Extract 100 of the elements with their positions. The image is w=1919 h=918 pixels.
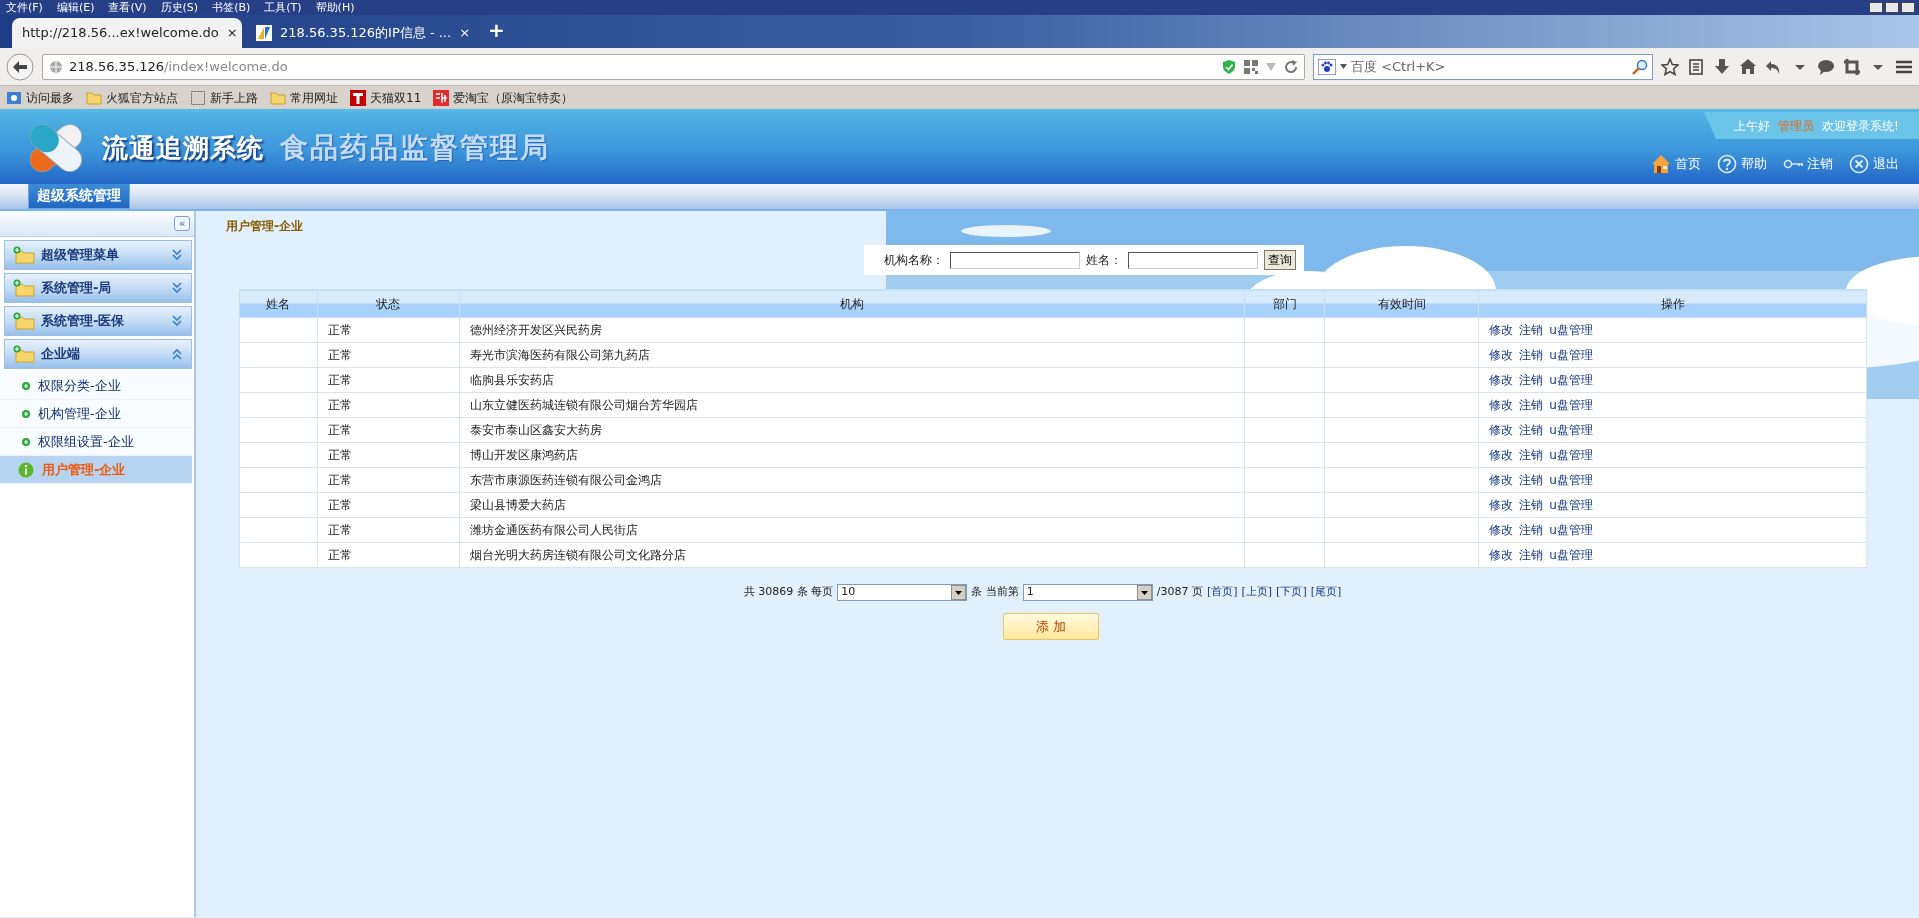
- action-link[interactable]: u盘管理: [1549, 473, 1593, 487]
- menu-group[interactable]: 超级管理菜单: [4, 240, 192, 270]
- action-link[interactable]: u盘管理: [1549, 423, 1593, 437]
- action-link[interactable]: u盘管理: [1549, 398, 1593, 412]
- action-link[interactable]: 修改: [1489, 523, 1514, 537]
- bookmark-link[interactable]: 火狐官方站点: [106, 88, 178, 107]
- action-link[interactable]: 修改: [1489, 323, 1514, 337]
- action-link[interactable]: 注销: [1519, 373, 1544, 387]
- reading-list-icon[interactable]: [1687, 57, 1705, 76]
- action-link[interactable]: u盘管理: [1549, 448, 1593, 462]
- reload-icon[interactable]: [1284, 59, 1298, 74]
- action-link[interactable]: 修改: [1489, 348, 1514, 362]
- search-icon[interactable]: [1632, 58, 1648, 75]
- action-link[interactable]: 注销: [1519, 473, 1544, 487]
- collapse-button[interactable]: «: [174, 216, 190, 231]
- browser-tab[interactable]: 218.56.35.126的IP信息 - ... ×: [246, 18, 476, 48]
- menu-item[interactable]: 查看(V): [108, 0, 147, 15]
- menu-item[interactable]: 工具(T): [264, 0, 302, 15]
- action-link[interactable]: 修改: [1489, 448, 1514, 462]
- smart-folder-icon: [6, 89, 22, 106]
- menu-item[interactable]: 帮助(H): [315, 0, 355, 15]
- bookmark-link[interactable]: 爱淘宝（原淘宝特卖）: [453, 88, 574, 107]
- crop-icon[interactable]: [1843, 57, 1861, 76]
- home-icon[interactable]: [1739, 57, 1757, 76]
- page-link[interactable]: [首页]: [1206, 584, 1238, 601]
- bookmark-link[interactable]: 访问最多: [26, 88, 74, 107]
- close-button[interactable]: [1901, 2, 1915, 13]
- menu-item[interactable]: 权限分类-企业: [0, 372, 192, 400]
- bookmark-star-icon[interactable]: [1661, 57, 1679, 76]
- action-link[interactable]: 修改: [1489, 498, 1514, 512]
- bookmark-link[interactable]: 新手上路: [210, 88, 258, 107]
- folder-icon: [13, 246, 35, 264]
- bookmark-link[interactable]: 常用网址: [290, 88, 338, 107]
- search-field[interactable]: 百度 <Ctrl+K>: [1313, 53, 1653, 80]
- field-label: 姓名：: [1086, 252, 1122, 269]
- shield-icon: [1222, 58, 1236, 75]
- info-icon: [18, 461, 34, 478]
- page-link[interactable]: [下页]: [1276, 584, 1307, 601]
- paw-icon[interactable]: [1318, 58, 1336, 75]
- menu-group[interactable]: 系统管理-医保: [4, 306, 192, 336]
- action-link[interactable]: 注销: [1519, 423, 1544, 437]
- address-field[interactable]: 218.56.35.126/index!welcome.do: [42, 53, 1305, 80]
- download-icon[interactable]: [1713, 57, 1731, 76]
- header-link[interactable]: 帮助: [1717, 154, 1767, 174]
- menu-item[interactable]: 文件(F): [6, 0, 43, 15]
- add-button[interactable]: 添 加: [1003, 613, 1099, 640]
- page-link[interactable]: [上页]: [1241, 584, 1273, 601]
- action-link[interactable]: 注销: [1519, 523, 1544, 537]
- search-button[interactable]: 查询: [1264, 250, 1296, 270]
- action-link[interactable]: u盘管理: [1549, 348, 1593, 362]
- restore-button[interactable]: [1885, 2, 1899, 13]
- menu-item[interactable]: 编辑(E): [56, 0, 95, 15]
- page-link[interactable]: [尾页]: [1310, 584, 1342, 601]
- input-field[interactable]: [950, 251, 1080, 269]
- menu-item[interactable]: 历史(S): [160, 0, 199, 15]
- action-link[interactable]: 修改: [1489, 548, 1514, 562]
- action-link[interactable]: 修改: [1489, 423, 1514, 437]
- chat-bubble-icon[interactable]: [1817, 57, 1835, 76]
- action-link[interactable]: 注销: [1519, 548, 1544, 562]
- action-link[interactable]: 修改: [1489, 398, 1514, 412]
- action-link[interactable]: 修改: [1489, 473, 1514, 487]
- action-link[interactable]: u盘管理: [1549, 523, 1593, 537]
- back-button[interactable]: [6, 52, 34, 81]
- new-tab-button[interactable]: +: [480, 15, 513, 48]
- browser-tab[interactable]: http://218.56...ex!welcome.do ×: [12, 18, 242, 48]
- greeting-text: 上午好: [1734, 117, 1770, 135]
- folder-icon: [86, 89, 102, 106]
- close-tab-button[interactable]: ×: [226, 23, 238, 43]
- action-link[interactable]: u盘管理: [1549, 323, 1593, 337]
- action-link[interactable]: u盘管理: [1549, 548, 1593, 562]
- action-link[interactable]: u盘管理: [1549, 498, 1593, 512]
- table-cell: 正常: [317, 492, 460, 518]
- input-field[interactable]: [1128, 251, 1258, 269]
- action-link[interactable]: 注销: [1519, 448, 1544, 462]
- dropdown-icon[interactable]: [1340, 64, 1347, 69]
- url-text: 218.56.35.126/index!welcome.do: [69, 57, 288, 76]
- header-link[interactable]: 退出: [1849, 154, 1899, 174]
- header-link[interactable]: 注销: [1783, 154, 1833, 174]
- menu-item[interactable]: 权限组设置-企业: [0, 428, 192, 456]
- menu-group[interactable]: 系统管理-局: [4, 273, 192, 303]
- select-field[interactable]: 10: [837, 584, 968, 601]
- header-link[interactable]: 首页: [1651, 154, 1701, 174]
- letter-t-icon: [350, 89, 366, 106]
- action-link[interactable]: 修改: [1489, 373, 1514, 387]
- close-tab-button[interactable]: ×: [459, 23, 471, 43]
- bookmark-link[interactable]: 天猫双11: [370, 88, 422, 107]
- nav-tab[interactable]: 超级系统管理: [28, 182, 130, 209]
- action-link[interactable]: u盘管理: [1549, 373, 1593, 387]
- menu-item[interactable]: 书签(B): [212, 0, 251, 15]
- app-subtitle: 食品药品监督管理局: [280, 130, 550, 166]
- menu-group[interactable]: 企业端: [4, 339, 192, 369]
- minimize-button[interactable]: [1869, 2, 1883, 13]
- action-link[interactable]: 注销: [1519, 398, 1544, 412]
- table-cell: 正常: [317, 367, 460, 393]
- pager-text: /3087 页: [1156, 584, 1203, 601]
- action-link[interactable]: 注销: [1519, 498, 1544, 512]
- select-field[interactable]: 1: [1022, 584, 1153, 601]
- menu-item[interactable]: 机构管理-企业: [0, 400, 192, 428]
- action-link[interactable]: 注销: [1519, 323, 1544, 337]
- action-link[interactable]: 注销: [1519, 348, 1544, 362]
